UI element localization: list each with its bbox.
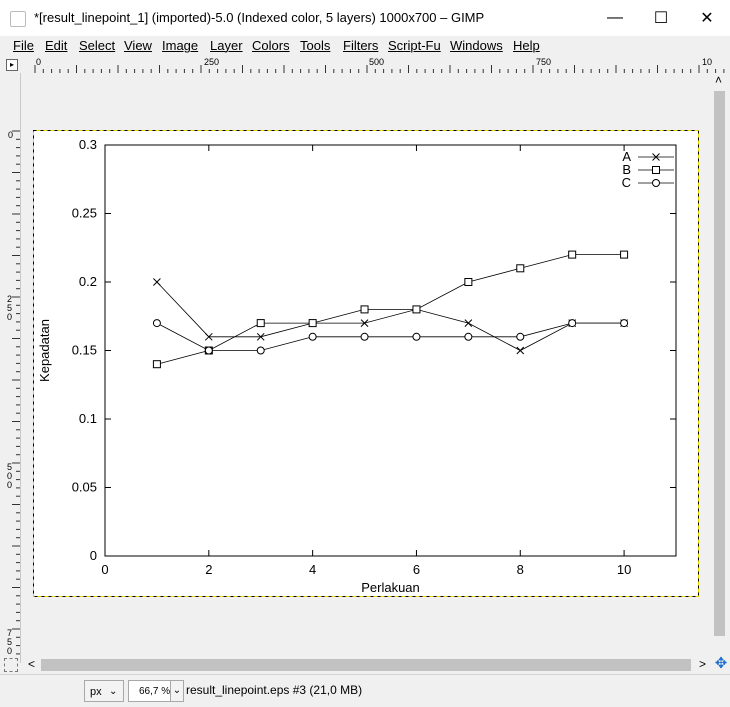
- data-point-C: [412, 332, 421, 341]
- legend-marker-B: [652, 166, 660, 174]
- ruler-label: 0: [8, 130, 14, 140]
- maximize-button[interactable]: ☐: [638, 0, 684, 36]
- quick-mask-icon[interactable]: [4, 658, 18, 672]
- ruler-label: 500: [369, 57, 385, 67]
- minimize-button[interactable]: —: [592, 0, 638, 36]
- legend-label: C: [622, 175, 631, 190]
- data-point-C: [360, 332, 369, 341]
- menu-tools[interactable]: Tools: [300, 38, 330, 53]
- chevron-down-icon: ⌄: [109, 686, 118, 697]
- close-icon: ✕: [700, 10, 714, 27]
- data-point-C: [568, 319, 577, 328]
- scroll-left-icon[interactable]: <: [28, 657, 35, 671]
- y-tick-label: 0.15: [72, 343, 97, 358]
- zoom-dropdown-button[interactable]: ⌄: [170, 680, 184, 702]
- data-point-C: [308, 332, 317, 341]
- x-tick-label: 0: [101, 562, 108, 577]
- x-tick-label: 4: [309, 562, 316, 577]
- image-background: [33, 130, 699, 597]
- x-tick-label: 2: [205, 562, 212, 577]
- zoom-value: 66,7 %: [139, 686, 171, 697]
- y-tick-label: 0.25: [72, 206, 97, 221]
- navigate-icon[interactable]: ✥: [713, 656, 729, 672]
- ruler-label: 250: [7, 294, 13, 322]
- vertical-ruler[interactable]: 0 250 500 750: [0, 73, 21, 663]
- ruler-label: 10: [702, 57, 713, 67]
- data-point-B: [620, 250, 629, 259]
- ruler-ticks: [12, 130, 20, 655]
- data-point-B: [464, 278, 473, 286]
- ruler-label: 250: [204, 57, 220, 67]
- data-point-B: [568, 250, 577, 259]
- canvas-area[interactable]: 0 2 4 6 8 10 0 0.05 0.1 0.15 0.2 0.25 0.3 ABC Perlak…: [21, 73, 710, 658]
- menu-script-fu[interactable]: Script-Fu: [388, 38, 441, 53]
- menu-help[interactable]: Help: [513, 38, 540, 53]
- menu-colors[interactable]: Colors: [252, 38, 290, 53]
- window-title: *[result_linepoint_1] (imported)-5.0 (In…: [34, 10, 485, 25]
- y-tick-label: 0.2: [79, 274, 97, 289]
- x-tick-label: 8: [517, 562, 524, 577]
- menu-edit[interactable]: Edit: [45, 38, 67, 53]
- status-message: result_linepoint.eps #3 (21,0 MB): [186, 683, 363, 697]
- data-point-C: [204, 346, 213, 355]
- data-point-B: [308, 319, 317, 328]
- x-tick-label: 6: [413, 562, 420, 577]
- y-axis-label: Kepadatan: [37, 319, 52, 382]
- y-tick-label: 0.3: [79, 137, 97, 152]
- x-axis-label: Perlakuan: [361, 580, 420, 595]
- y-tick-label: 0.05: [72, 480, 97, 495]
- data-point-B: [360, 305, 369, 314]
- image-canvas[interactable]: 0 2 4 6 8 1000.050.10.150.20.250.3 ABC Perlak…: [21, 73, 710, 658]
- data-point-B: [152, 360, 161, 369]
- gimp-icon: [10, 11, 26, 27]
- menu-image[interactable]: Image: [162, 38, 198, 53]
- data-point-B: [256, 319, 265, 328]
- menu-windows[interactable]: Windows: [450, 38, 503, 53]
- data-point-B: [516, 264, 525, 273]
- y-tick-label: 0: [90, 548, 97, 563]
- data-point-C: [464, 332, 473, 341]
- menu-view[interactable]: View: [124, 38, 152, 53]
- unit-select[interactable]: px ⌄: [84, 680, 124, 702]
- horizontal-ruler[interactable]: ▸ 0 250 500 750 10: [0, 56, 730, 74]
- chevron-down-icon: ⌄: [172, 685, 182, 696]
- y-tick-label: 0.1: [79, 411, 97, 426]
- menu-select[interactable]: Select: [79, 38, 115, 53]
- data-point-C: [516, 332, 525, 341]
- ruler-label: 0: [36, 57, 42, 67]
- unit-value: px: [90, 686, 102, 698]
- data-point-C: [152, 319, 161, 328]
- data-point-B: [412, 305, 421, 314]
- vertical-scrollbar[interactable]: ˄: [710, 73, 730, 658]
- horizontal-scrollbar[interactable]: < >: [21, 656, 710, 674]
- ruler-ticks: [34, 65, 725, 73]
- menu-layer[interactable]: Layer: [210, 38, 243, 53]
- menu-filters[interactable]: Filters: [343, 38, 378, 53]
- scroll-up-icon[interactable]: ˄: [715, 73, 722, 87]
- vertical-scroll-thumb[interactable]: [714, 91, 725, 636]
- data-point-C: [256, 346, 265, 355]
- ruler-label: 500: [7, 462, 13, 490]
- data-point-C: [620, 319, 629, 328]
- ruler-label: 750: [536, 57, 552, 67]
- title-bar: *[result_linepoint_1] (imported)-5.0 (In…: [0, 0, 730, 37]
- minimize-icon: —: [607, 9, 623, 26]
- close-button[interactable]: ✕: [684, 0, 730, 36]
- scroll-right-icon[interactable]: >: [699, 657, 706, 671]
- maximize-icon: ☐: [653, 10, 669, 27]
- menu-bar: File Edit Select View Image Layer Colors…: [0, 36, 730, 56]
- x-tick-label: 10: [617, 562, 631, 577]
- menu-file[interactable]: File: [13, 38, 34, 53]
- horizontal-scroll-thumb[interactable]: [41, 659, 691, 671]
- legend-marker-C: [652, 179, 660, 187]
- status-bar: px ⌄ 66,7 % ⌄ result_linepoint.eps #3 (21…: [0, 674, 730, 707]
- ruler-label: 750: [7, 628, 13, 656]
